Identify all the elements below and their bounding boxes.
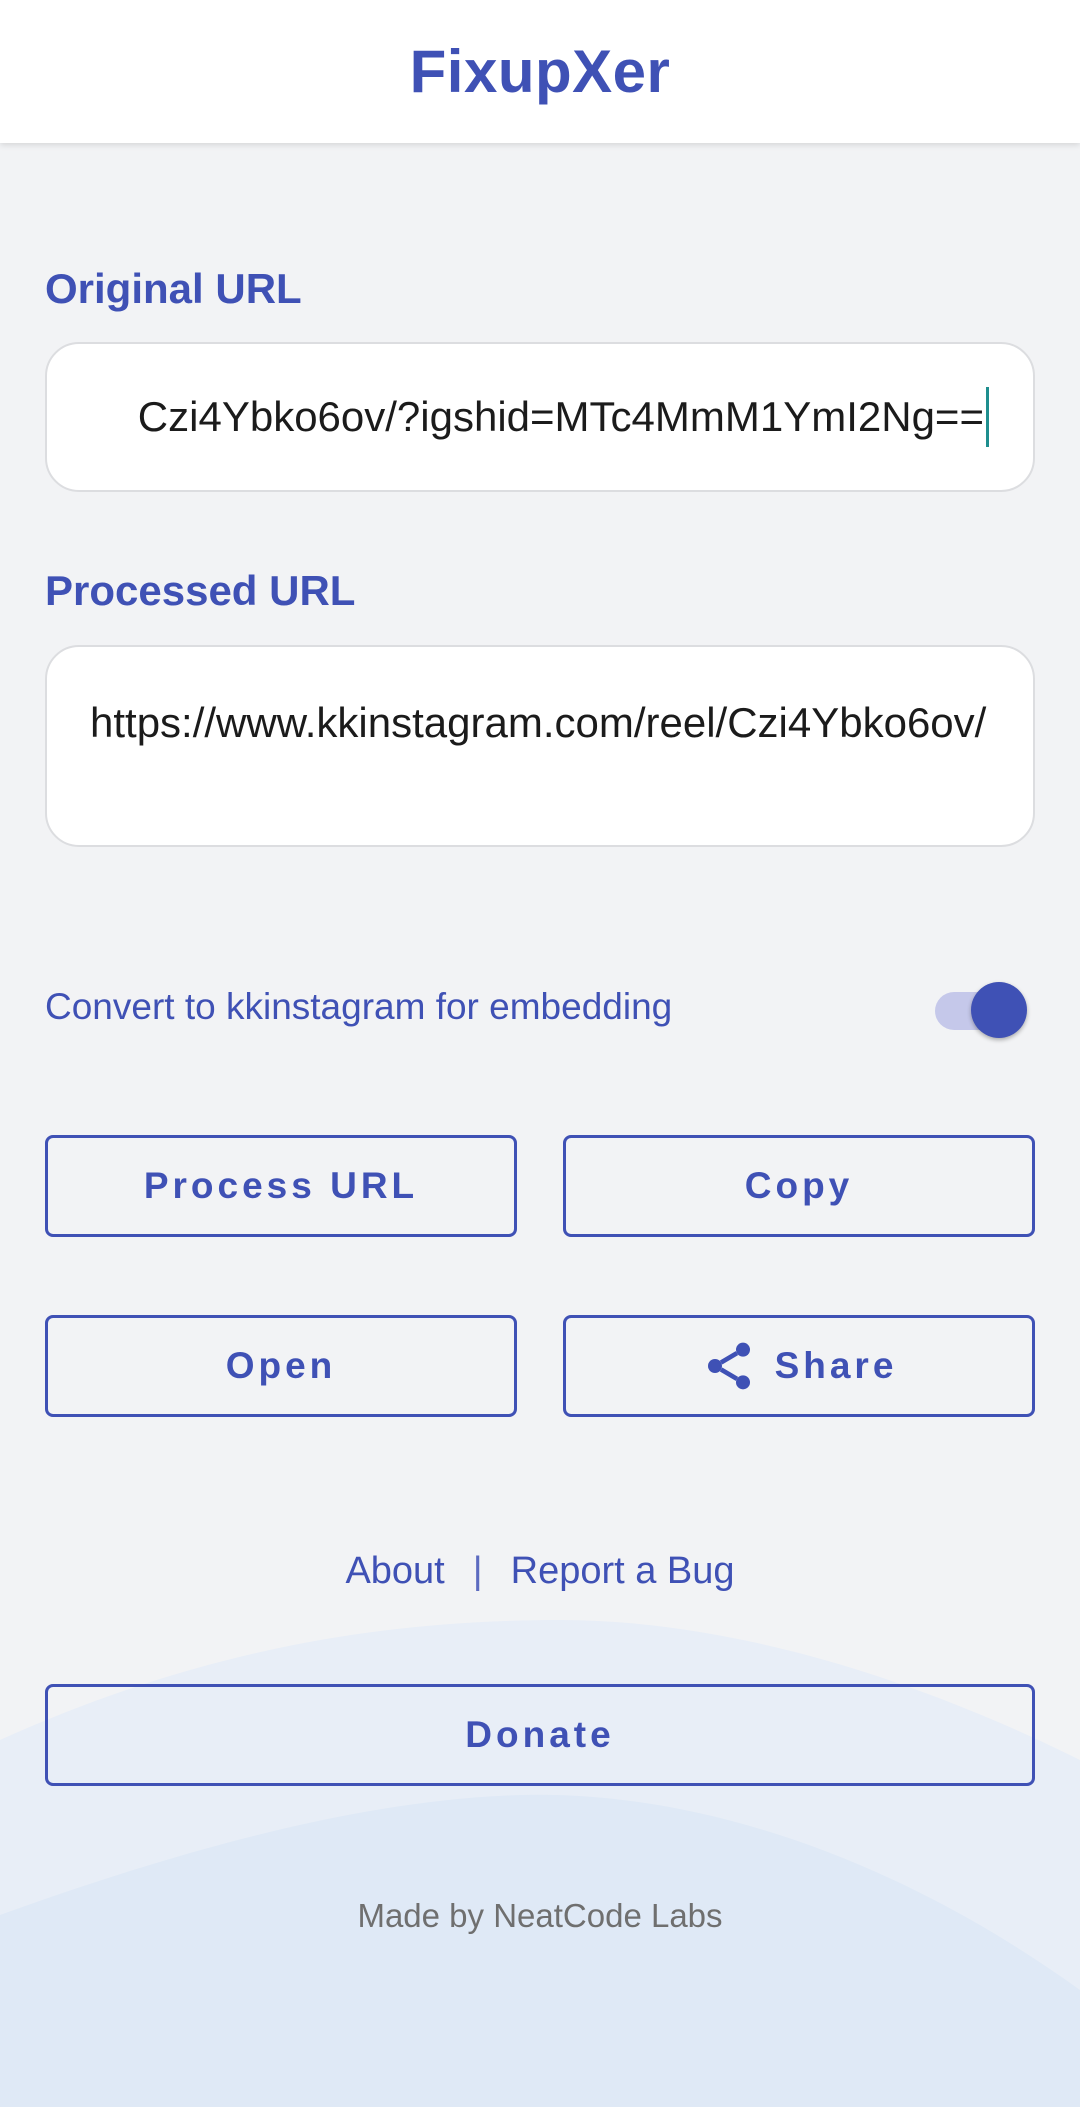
original-url-text: Czi4Ybko6ov/?igshid=MTc4MmM1YmI2Ng== — [137, 393, 984, 440]
share-button-label: Share — [774, 1345, 898, 1386]
kkinstagram-toggle-row: Convert to kkinstagram for embedding — [45, 980, 1035, 1040]
footer-links: About | Report a Bug — [0, 1550, 1080, 1593]
app-title: FixupXer — [409, 38, 671, 105]
links-separator: | — [472, 1550, 483, 1592]
kkinstagram-toggle-label: Convert to kkinstagram for embedding — [45, 986, 673, 1027]
copy-button[interactable]: Copy — [563, 1135, 1035, 1237]
switch-thumb — [971, 982, 1027, 1038]
share-icon — [707, 1342, 750, 1390]
processed-url-label: Processed URL — [45, 567, 356, 614]
app-screen: FixupXer Original URL Czi4Ybko6ov/?igshi… — [0, 0, 1080, 2107]
about-link[interactable]: About — [345, 1550, 444, 1593]
kkinstagram-toggle-switch[interactable] — [935, 980, 1027, 1040]
report-bug-link[interactable]: Report a Bug — [511, 1550, 735, 1593]
original-url-value: Czi4Ybko6ov/?igshid=MTc4MmM1YmI2Ng== — [138, 387, 989, 447]
open-button[interactable]: Open — [45, 1315, 517, 1417]
text-caret — [986, 387, 989, 447]
main-content: Original URL Czi4Ybko6ov/?igshid=MTc4MmM… — [0, 0, 1080, 2107]
app-bar: FixupXer — [0, 0, 1080, 143]
donate-button[interactable]: Donate — [45, 1684, 1035, 1786]
original-url-label: Original URL — [45, 265, 302, 312]
processed-url-text: https://www.kkinstagram.com/reel/Czi4Ybk… — [90, 699, 987, 746]
made-by-text: Made by NeatCode Labs — [357, 1897, 723, 1934]
process-url-button[interactable]: Process URL — [45, 1135, 517, 1237]
original-url-input[interactable]: Czi4Ybko6ov/?igshid=MTc4MmM1YmI2Ng== — [45, 342, 1035, 492]
processed-url-field[interactable]: https://www.kkinstagram.com/reel/Czi4Ybk… — [45, 645, 1035, 847]
share-button[interactable]: Share — [563, 1315, 1035, 1417]
